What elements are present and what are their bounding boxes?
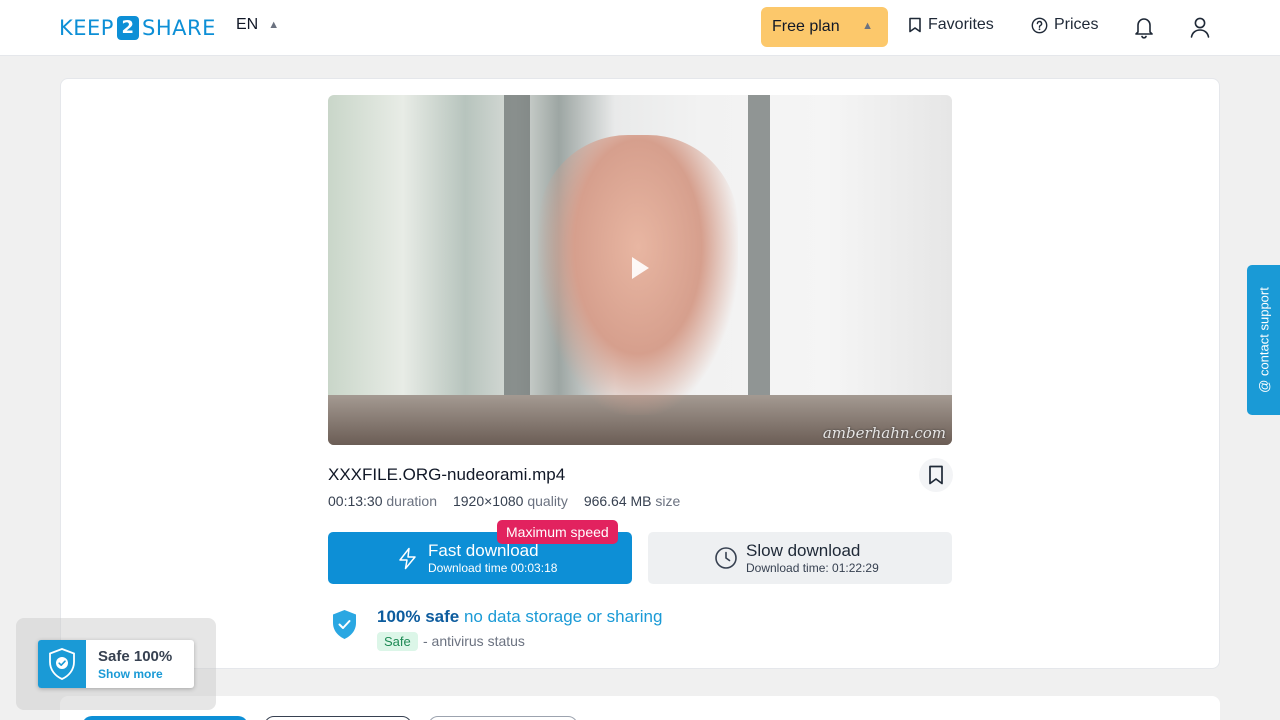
shield-check-icon [333,610,356,639]
bell-icon[interactable] [1133,15,1155,39]
video-scene-shape [748,95,770,405]
bookmark-icon [909,17,921,33]
antivirus-safe-badge: Safe [377,632,418,651]
prices-label: Prices [1054,16,1099,33]
favorites-label: Favorites [928,16,994,33]
keep2share-logo[interactable]: KEEP 2 SHARE [59,14,216,42]
meta-quality: 1920×1080 quality [452,493,568,509]
logo-text-left: KEEP [59,16,114,40]
slow-download-time: Download time: 01:22:29 [746,561,879,575]
widget-shield-box [38,640,86,688]
video-watermark: amberhahn.com [822,424,946,442]
bookmark-icon [929,465,943,485]
meta-duration: 00:13:30 duration [328,493,437,509]
logo-number: 2 [116,16,139,40]
language-label: EN [236,16,259,33]
add-to-favorites-button[interactable] [919,458,953,492]
safe-widget-title: Safe 100% [98,648,173,665]
contact-support-tab[interactable]: @ contact support [1247,265,1280,415]
file-meta: 00:13:30 duration 1920×1080 quality 966.… [328,493,680,509]
antivirus-status-text: - antivirus status [423,633,525,649]
tab-active[interactable] [82,716,248,720]
lightning-icon [399,547,416,570]
chevron-up-icon: ▲ [862,20,873,32]
shield-check-icon [49,648,75,680]
fast-download-time: Download time 00:03:18 [428,561,558,575]
contact-support-label: @ contact support [1256,287,1271,393]
language-selector[interactable]: EN ▲ [236,16,279,34]
video-preview[interactable]: amberhahn.com [328,95,952,445]
safety-statement: 100% safe no data storage or sharing [377,607,663,626]
play-icon[interactable] [632,257,649,279]
maximum-speed-badge: Maximum speed [497,520,618,544]
chevron-up-icon: ▲ [268,19,280,31]
logo-text-right: SHARE [141,16,216,40]
safe-100-widget[interactable]: Safe 100% Show more [38,640,194,688]
plan-dropdown-button[interactable]: Free plan ▲ [761,7,888,47]
tab-secondary[interactable] [264,716,412,720]
clock-icon [715,547,737,569]
top-header: KEEP 2 SHARE EN ▲ Free plan ▲ Favorites … [0,0,1280,56]
plan-label: Free plan [772,18,840,35]
fast-download-title: Fast download [428,541,539,560]
slow-download-button[interactable]: Slow download Download time: 01:22:29 [648,532,952,584]
tab-tertiary[interactable] [428,716,578,720]
safe-widget-show-more[interactable]: Show more [98,667,163,681]
user-icon[interactable] [1189,15,1211,39]
file-name: XXXFILE.ORG-nudeorami.mp4 [328,465,566,484]
meta-size: 966.64 MB size [583,493,681,509]
slow-download-title: Slow download [746,541,861,560]
help-circle-icon [1031,17,1048,33]
video-scene-shape [504,95,530,405]
favorites-link[interactable]: Favorites [908,16,994,34]
prices-link[interactable]: Prices [1031,16,1098,34]
